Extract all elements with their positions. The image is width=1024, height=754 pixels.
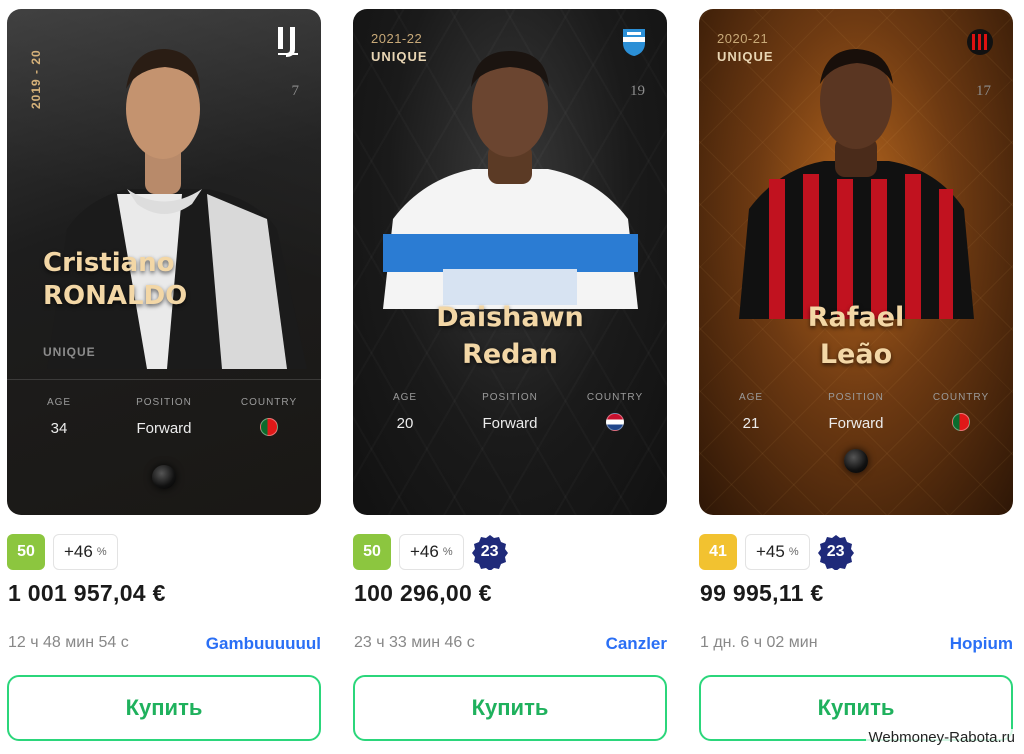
stat-position-label: POSITION bbox=[828, 392, 884, 403]
bonus-unit: % bbox=[96, 546, 107, 558]
seller-link[interactable]: Hopium bbox=[950, 634, 1013, 654]
player-name: Cristiano RONALDO bbox=[43, 247, 321, 313]
stat-position: POSITION Forward bbox=[806, 392, 906, 432]
card-badges: 50 +46 % 23 bbox=[353, 533, 508, 571]
stat-age: AGE 21 bbox=[701, 392, 801, 432]
player-stats: AGE 34 POSITION Forward COUNTRY bbox=[7, 397, 321, 457]
stat-age-value: 21 bbox=[742, 415, 760, 432]
stat-position-label: POSITION bbox=[482, 392, 538, 403]
stat-country-label: COUNTRY bbox=[240, 397, 298, 408]
player-card[interactable]: 2020-21 UNIQUE 17 Rafael Leão AGE 21 POS… bbox=[699, 9, 1013, 515]
player-first-name: Cristiano bbox=[43, 248, 175, 278]
stat-age: AGE 34 bbox=[9, 397, 109, 437]
time-remaining: 23 ч 33 мин 46 с bbox=[354, 634, 475, 651]
stat-position-value: Forward bbox=[828, 415, 884, 432]
rarity-label: UNIQUE bbox=[43, 345, 96, 359]
price: 1 001 957,04 € bbox=[8, 580, 166, 606]
stat-position-label: POSITION bbox=[136, 397, 192, 408]
stat-country: COUNTRY bbox=[219, 397, 319, 441]
player-card[interactable]: 2019 - 20 7 Cristiano RONALDO UNIQUE AGE… bbox=[7, 9, 321, 515]
serial-badge: 23 bbox=[471, 534, 508, 570]
bonus-badge: +46 % bbox=[53, 534, 118, 570]
price: 99 995,11 € bbox=[700, 580, 824, 606]
time-remaining: 1 дн. 6 ч 02 мин bbox=[700, 634, 818, 651]
player-stats: AGE 21 POSITION Forward COUNTRY bbox=[699, 392, 1013, 452]
listing-column: 2020-21 UNIQUE 17 Rafael Leão AGE 21 POS… bbox=[699, 0, 1013, 741]
buy-button[interactable]: Купить bbox=[7, 675, 321, 741]
stat-position-value: Forward bbox=[482, 415, 538, 432]
watermark: Webmoney-Rabota.ru bbox=[865, 729, 1018, 746]
card-orb-icon bbox=[152, 465, 176, 489]
listing-meta: 23 ч 33 мин 46 с Canzler bbox=[353, 634, 667, 654]
stat-age-label: AGE bbox=[392, 392, 418, 403]
bonus-value: +46 bbox=[410, 542, 439, 561]
stat-age-label: AGE bbox=[738, 392, 764, 403]
player-last-name: Redan bbox=[462, 339, 558, 370]
price: 100 296,00 € bbox=[354, 580, 492, 606]
stat-age-label: AGE bbox=[46, 397, 72, 408]
level-badge: 50 bbox=[353, 534, 391, 570]
player-last-name: Leão bbox=[819, 339, 893, 370]
stat-country: COUNTRY bbox=[911, 392, 1011, 436]
stat-age-value: 34 bbox=[50, 420, 68, 437]
stat-position: POSITION Forward bbox=[460, 392, 560, 432]
buy-button[interactable]: Купить bbox=[353, 675, 667, 741]
stat-country-label: COUNTRY bbox=[932, 392, 990, 403]
player-last-name: RONALDO bbox=[43, 281, 188, 311]
listing-meta: 12 ч 48 мин 54 с Gambuuuuuul bbox=[7, 634, 321, 654]
card-badges: 50 +46 % bbox=[7, 533, 118, 571]
seller-link[interactable]: Gambuuuuuul bbox=[206, 634, 321, 654]
player-card[interactable]: 2021-22 UNIQUE 19 Daishawn Redan AGE 20 … bbox=[353, 9, 667, 515]
time-remaining: 12 ч 48 мин 54 с bbox=[8, 634, 129, 651]
card-orb-icon bbox=[844, 449, 868, 473]
bonus-unit: % bbox=[442, 546, 453, 558]
bonus-value: +45 bbox=[756, 542, 785, 561]
card-divider bbox=[7, 379, 321, 380]
bonus-value: +46 bbox=[64, 542, 93, 561]
listing-meta: 1 дн. 6 ч 02 мин Hopium bbox=[699, 634, 1013, 654]
bonus-badge: +45 % bbox=[745, 534, 810, 570]
stat-position-value: Forward bbox=[136, 420, 192, 437]
player-name: Rafael Leão bbox=[699, 299, 1013, 373]
listing-column: 2021-22 UNIQUE 19 Daishawn Redan AGE 20 … bbox=[353, 0, 667, 741]
stat-country: COUNTRY bbox=[565, 392, 665, 436]
player-first-name: Rafael bbox=[807, 302, 905, 333]
seller-link[interactable]: Canzler bbox=[606, 634, 667, 654]
stat-age-value: 20 bbox=[396, 415, 414, 432]
serial-badge: 23 bbox=[817, 534, 854, 570]
bonus-unit: % bbox=[788, 546, 799, 558]
level-badge: 50 bbox=[7, 534, 45, 570]
serial-number: 23 bbox=[480, 543, 499, 560]
stat-position: POSITION Forward bbox=[114, 397, 214, 437]
netherlands-flag-icon bbox=[606, 413, 624, 431]
stat-age: AGE 20 bbox=[355, 392, 455, 432]
portugal-flag-icon bbox=[260, 418, 278, 436]
player-stats: AGE 20 POSITION Forward COUNTRY bbox=[353, 392, 667, 452]
player-photo bbox=[7, 29, 321, 369]
listing-column: 2019 - 20 7 Cristiano RONALDO UNIQUE AGE… bbox=[7, 0, 321, 741]
serial-number: 23 bbox=[826, 543, 845, 560]
marketplace-card-grid: 2019 - 20 7 Cristiano RONALDO UNIQUE AGE… bbox=[0, 0, 1024, 754]
stat-country-label: COUNTRY bbox=[586, 392, 644, 403]
bonus-badge: +46 % bbox=[399, 534, 464, 570]
player-first-name: Daishawn bbox=[436, 302, 584, 333]
level-badge: 41 bbox=[699, 534, 737, 570]
card-badges: 41 +45 % 23 bbox=[699, 533, 854, 571]
portugal-flag-icon bbox=[952, 413, 970, 431]
player-name: Daishawn Redan bbox=[353, 299, 667, 373]
